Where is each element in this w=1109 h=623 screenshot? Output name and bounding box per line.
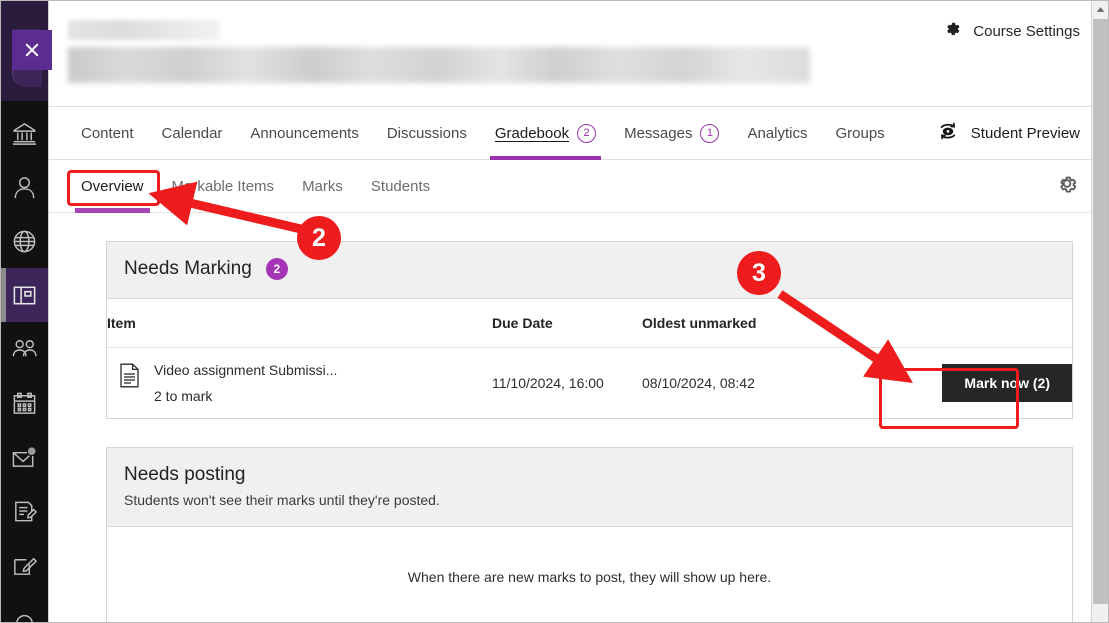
vertical-scrollbar[interactable] [1091,1,1108,622]
subnav-tab-markable-items[interactable]: Markable Items [158,160,289,213]
nav-tab-label: Content [81,124,134,142]
groups-people-icon[interactable] [1,322,48,376]
browser-window: Course Settings Content Calendar Announc… [0,0,1109,623]
nav-badge-messages: 1 [700,123,720,143]
student-preview-eye-icon [936,121,960,145]
subnav-tab-marks[interactable]: Marks [288,160,357,213]
cell-item: Video assignment Submissi... 2 to mark [107,348,492,419]
cell-oldest-unmarked: 08/10/2024, 08:42 [642,375,755,391]
needs-marking-title: Needs Marking [124,258,252,279]
student-preview-label: Student Preview [970,124,1080,142]
table-header-row: Item Due Date Oldest unmarked [107,299,1072,348]
subnav-tab-label: Marks [302,177,343,195]
nav-tab-label: Gradebook [494,124,570,142]
nav-tab-gradebook[interactable]: Gradebook 2 [481,107,610,160]
scrollbar-thumb[interactable] [1093,19,1108,604]
nav-tab-label: Analytics [747,124,808,142]
cell-due-date: 11/10/2024, 16:00 [492,375,604,391]
column-header-item: Item [107,299,492,348]
nav-tab-label: Calendar [161,124,223,142]
item-subtext: 2 to mark [154,388,213,404]
gradebook-subnav: Overview Markable Items Marks Students [49,160,1108,213]
nav-tab-label: Groups [835,124,885,142]
nav-tab-messages[interactable]: Messages 1 [610,107,733,160]
subnav-tab-students[interactable]: Students [357,160,444,213]
scroll-up-arrow-icon[interactable] [1092,1,1108,18]
course-title-redacted [68,47,810,83]
item-name[interactable]: Video assignment Submissi... [154,362,337,378]
cell-action: Mark now (2) [832,348,1072,419]
course-settings-label: Course Settings [973,22,1080,40]
needs-posting-header: Needs posting Students won't see their m… [107,448,1072,527]
column-header-oldest-unmarked: Oldest unmarked [642,299,832,348]
main-panel: Course Settings Content Calendar Announc… [48,1,1108,622]
gradebook-overview-content: Needs Marking 2 Item Due Date Oldest unm… [49,213,1108,622]
nav-tab-discussions[interactable]: Discussions [373,107,481,160]
institution-icon[interactable] [1,106,48,160]
course-settings-button[interactable]: Course Settings [942,19,1080,43]
column-header-due-date: Due Date [492,299,642,348]
nav-tab-calendar[interactable]: Calendar [148,107,237,160]
nav-tab-label: Messages [624,124,693,142]
gear-icon [942,19,962,43]
subnav-tab-label: Students [370,177,431,195]
nav-tab-announcements[interactable]: Announcements [236,107,372,160]
messages-envelope-icon[interactable] [1,430,48,484]
needs-posting-title: Needs posting [124,464,246,485]
nav-tab-content[interactable]: Content [67,107,148,160]
help-circle-icon[interactable] [1,592,48,622]
nav-tab-groups[interactable]: Groups [821,107,898,160]
nav-tab-label: Announcements [250,124,359,142]
breadcrumb-redacted [68,20,220,40]
nav-badge-gradebook: 2 [577,123,597,143]
table-row: Video assignment Submissi... 2 to mark 1… [107,348,1072,419]
subnav-tab-label: Overview [81,177,144,195]
mark-now-button[interactable]: Mark now (2) [942,364,1072,402]
needs-posting-card: Needs posting Students won't see their m… [106,447,1073,622]
globe-icon[interactable] [1,214,48,268]
course-nav: Content Calendar Announcements Discussio… [49,107,1108,160]
grades-document-icon[interactable] [1,484,48,538]
calendar-icon[interactable] [1,376,48,430]
subnav-tab-label: Markable Items [171,177,275,195]
subnav-tab-overview[interactable]: Overview [67,160,158,213]
gradebook-settings-button[interactable] [1054,171,1080,202]
student-preview-button[interactable]: Student Preview [936,121,1080,145]
document-icon [119,362,140,391]
column-header-action [832,299,1072,348]
person-icon[interactable] [1,160,48,214]
close-icon[interactable] [12,30,52,70]
needs-marking-card: Needs Marking 2 Item Due Date Oldest unm… [106,241,1073,419]
needs-marking-count-badge: 2 [265,258,288,280]
needs-marking-table: Item Due Date Oldest unmarked Video assi… [107,299,1072,418]
needs-posting-subtitle: Students won't see their marks until the… [124,492,440,508]
needs-posting-empty-message: When there are new marks to post, they w… [407,569,772,585]
needs-marking-header: Needs Marking 2 [107,242,1072,299]
compose-edit-icon[interactable] [1,538,48,592]
nav-tab-analytics[interactable]: Analytics [733,107,821,160]
nav-tab-label: Discussions [386,124,467,142]
global-nav-rail [1,1,52,622]
courses-book-icon[interactable] [1,268,48,322]
course-header: Course Settings [49,1,1108,107]
gear-icon [1054,176,1080,201]
